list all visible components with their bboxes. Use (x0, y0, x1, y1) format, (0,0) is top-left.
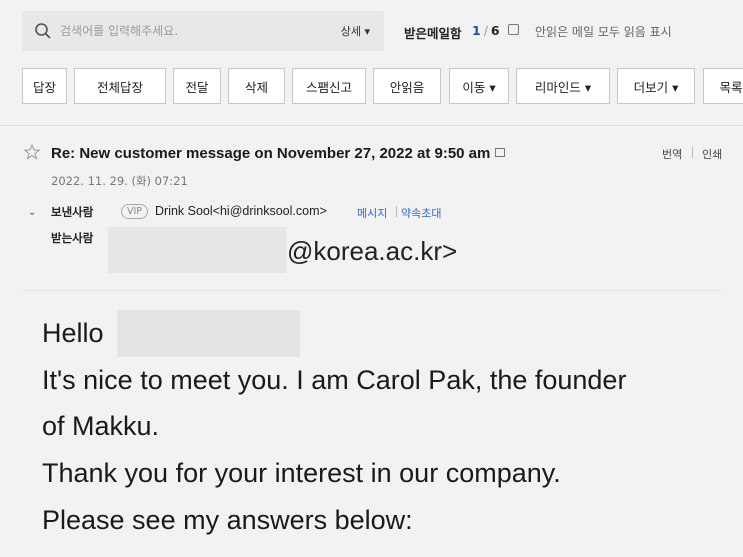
report-spam-button[interactable]: 스팸신고 (292, 68, 366, 104)
divider (692, 147, 693, 158)
inbox-label[interactable]: 받은메일함 (404, 23, 462, 42)
message-link[interactable]: 메시지 (357, 205, 387, 221)
mark-unread-button[interactable]: 안읽음 (373, 68, 441, 104)
list-button[interactable]: 목록 (703, 68, 743, 104)
delete-button[interactable]: 삭제 (228, 68, 285, 104)
subject-text: Re: New customer message on November 27,… (51, 145, 491, 162)
search-input[interactable]: 검색어를 입력해주세요. (60, 22, 178, 39)
body-line: It's nice to meet you. I am Carol Pak, t… (42, 365, 627, 395)
mark-all-read-link[interactable]: 안읽은 메일 모두 읽음 표시 (535, 23, 672, 40)
reply-button[interactable]: 답장 (22, 68, 67, 104)
remind-button[interactable]: 리마인드 ▾ (516, 68, 610, 104)
search-box[interactable]: 검색어를 입력해주세요. 상세 ▾ (22, 11, 384, 51)
body-line: Thank you for your interest in our compa… (42, 458, 561, 488)
sender-address[interactable]: Drink Sool<hi@drinksool.com> (155, 204, 327, 218)
current-index: 1 (472, 23, 481, 38)
body-line: of Makku. (42, 411, 160, 441)
divider (396, 206, 397, 217)
body-line: Hello (42, 318, 104, 348)
translate-link[interactable]: 번역 (662, 146, 682, 162)
forward-button[interactable]: 전달 (173, 68, 221, 104)
star-icon[interactable] (24, 144, 40, 160)
search-icon[interactable] (34, 22, 52, 40)
mail-subject: Re: New customer message on November 27,… (51, 145, 506, 162)
mail-header: Re: New customer message on November 27,… (0, 126, 743, 286)
redacted-recipient (108, 227, 286, 273)
chevron-down-icon[interactable]: ⌄ (28, 207, 36, 218)
invite-link[interactable]: 약속초대 (401, 205, 441, 221)
from-label: 보낸사람 (51, 205, 94, 219)
top-bar: 검색어를 입력해주세요. 상세 ▾ 받은메일함 1/6 안읽은 메일 모두 읽음… (0, 0, 743, 58)
mail-body: Hello It's nice to meet you. I am Carol … (0, 291, 743, 557)
mail-date: 2022. 11. 29. (화) 07:21 (51, 174, 188, 188)
to-label: 받는사람 (51, 231, 94, 245)
reply-all-button[interactable]: 전체답장 (74, 68, 166, 104)
move-button[interactable]: 이동 ▾ (449, 68, 509, 104)
recipient-domain: @korea.ac.kr> (287, 236, 458, 266)
more-button[interactable]: 더보기 ▾ (617, 68, 695, 104)
total-count: 6 (490, 23, 500, 38)
detail-search-button[interactable]: 상세 ▾ (341, 23, 370, 39)
popout-icon[interactable] (495, 148, 506, 157)
vip-badge: VIP (121, 204, 149, 219)
print-link[interactable]: 인쇄 (702, 146, 722, 162)
mail-toolbar: 답장 전체답장 전달 삭제 스팸신고 안읽음 이동 ▾ 리마인드 ▾ 더보기 ▾… (22, 68, 743, 105)
mail-counter: 1/6 (472, 23, 500, 38)
refresh-icon[interactable] (508, 24, 519, 35)
redacted-name (117, 310, 300, 357)
body-line: Please see my answers below: (42, 505, 413, 535)
